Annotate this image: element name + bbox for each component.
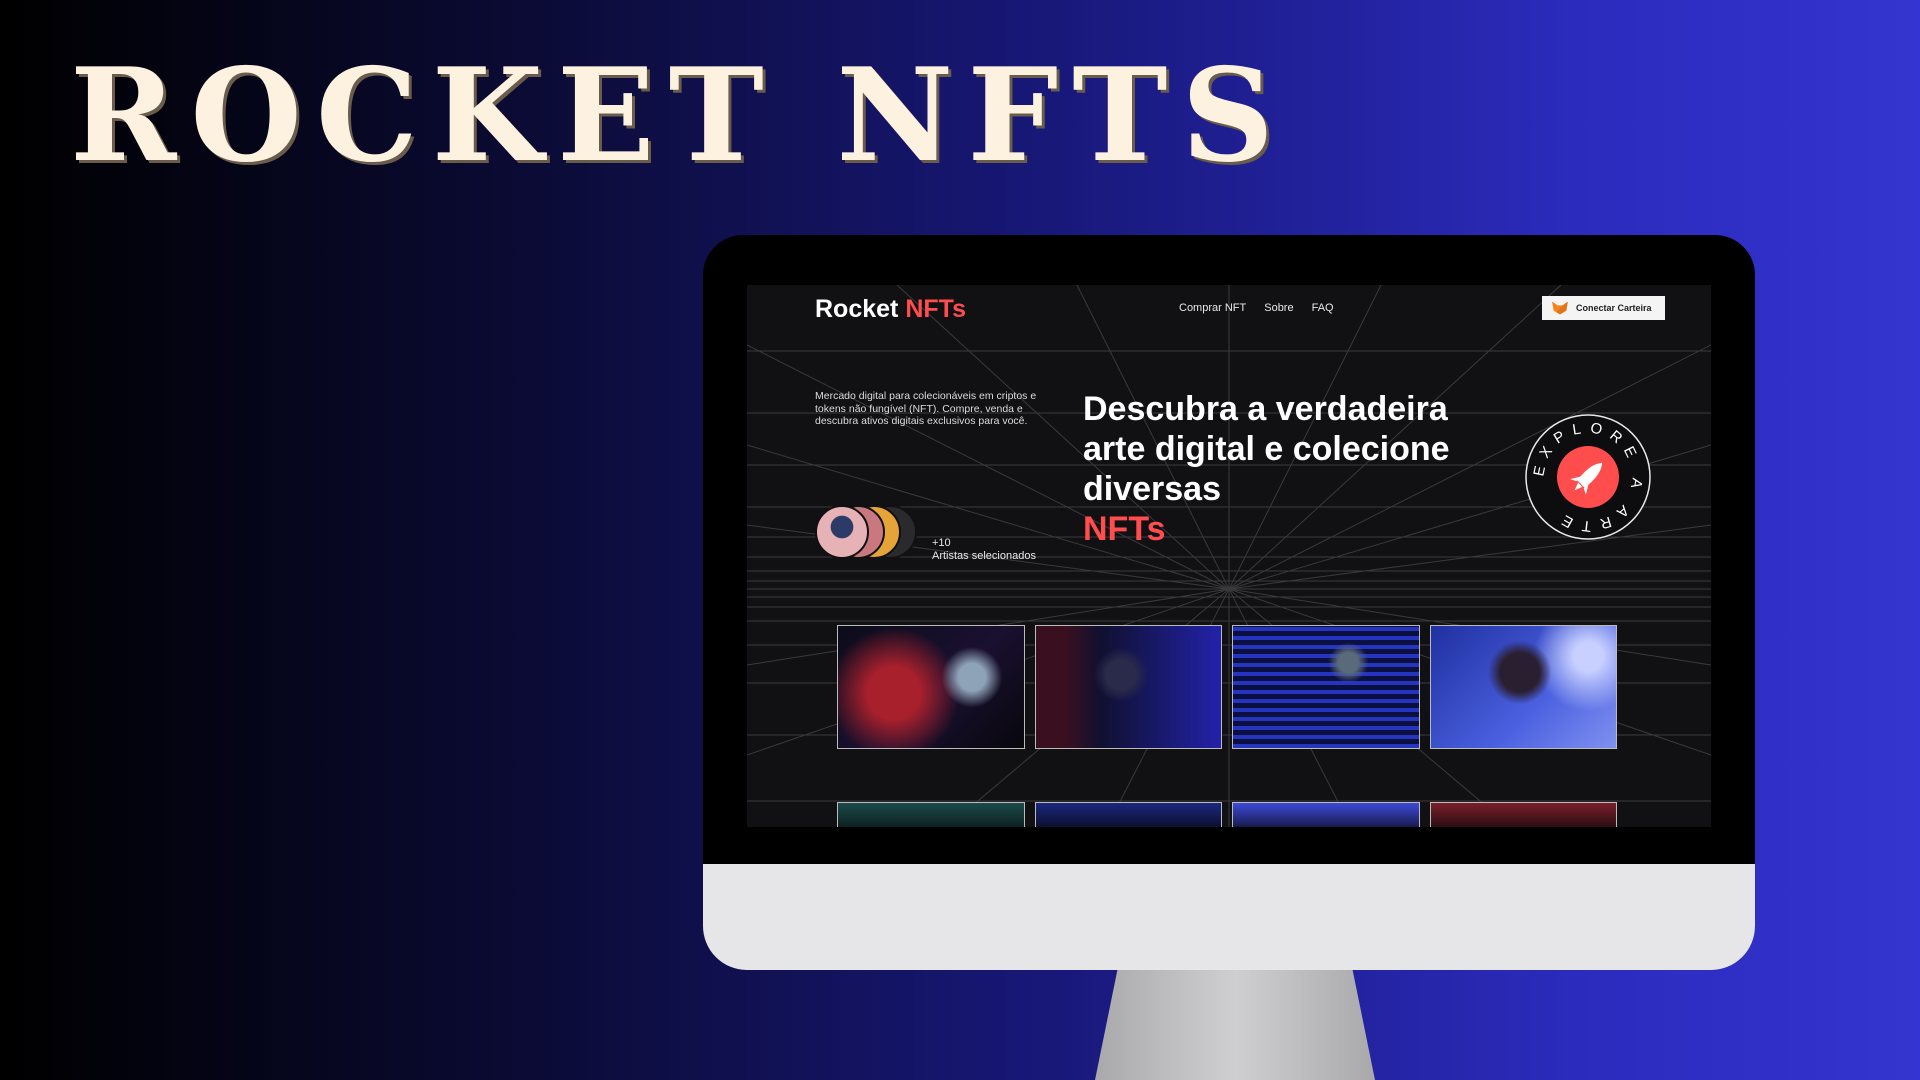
artists-count: +10 xyxy=(932,537,951,549)
connect-wallet-button[interactable]: Conectar Carteira xyxy=(1542,296,1665,320)
hero-heading-text: Descubra a verdadeira arte digital e col… xyxy=(1083,390,1450,508)
nft-gallery xyxy=(837,625,1617,753)
metamask-fox-icon xyxy=(1552,301,1568,315)
nft-card-astronaut-3[interactable] xyxy=(1232,625,1420,749)
nft-card-astronaut-2[interactable] xyxy=(1034,625,1222,749)
monitor-chin xyxy=(703,864,1755,970)
explore-badge[interactable]: EXPLORE A ARTE xyxy=(1523,412,1653,542)
brand-accent: NFTs xyxy=(905,295,966,323)
monitor-stand xyxy=(1095,970,1375,1080)
nft-card-astronaut-4[interactable] xyxy=(1429,625,1617,749)
nav-link-faq[interactable]: FAQ xyxy=(1312,302,1334,314)
connect-wallet-label: Conectar Carteira xyxy=(1576,303,1652,313)
avatar xyxy=(815,505,869,559)
hero-heading-accent: NFTs xyxy=(1083,510,1166,548)
hero-heading: Descubra a verdadeira arte digital e col… xyxy=(1083,389,1503,549)
nft-card-astronaut-1[interactable] xyxy=(837,625,1025,749)
nav-link-comprar-nft[interactable]: Comprar NFT xyxy=(1179,302,1246,314)
website-screen: Rocket NFTs Comprar NFT Sobre FAQ Conect… xyxy=(747,285,1711,827)
nft-card-partial-4[interactable] xyxy=(1429,802,1617,827)
nav-link-sobre[interactable]: Sobre xyxy=(1264,302,1293,314)
hero-description: Mercado digital para colecionáveis em cr… xyxy=(815,390,1037,427)
poster-title: ROCKET NFTS xyxy=(70,41,1288,191)
brand-logo[interactable]: Rocket NFTs xyxy=(815,295,966,324)
nft-card-partial-1[interactable] xyxy=(837,802,1025,827)
artist-avatars xyxy=(815,505,925,560)
nav-menu: Comprar NFT Sobre FAQ xyxy=(1179,302,1334,314)
artists-info: +10 Artistas selecionados xyxy=(932,537,1036,563)
monitor: Rocket NFTs Comprar NFT Sobre FAQ Conect… xyxy=(703,235,1755,970)
artists-label: Artistas selecionados xyxy=(932,550,1036,562)
nft-card-partial-3[interactable] xyxy=(1232,802,1420,827)
nft-gallery-row-2 xyxy=(837,802,1617,827)
navbar: Rocket NFTs Comprar NFT Sobre FAQ Conect… xyxy=(747,285,1711,329)
brand-name: Rocket xyxy=(815,295,899,323)
nft-card-partial-2[interactable] xyxy=(1034,802,1222,827)
